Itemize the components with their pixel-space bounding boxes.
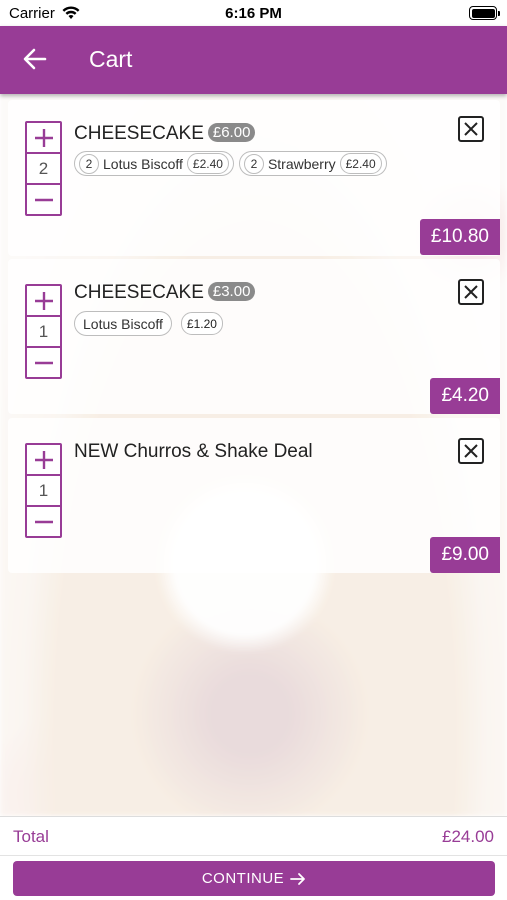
quantity-stepper: 1 xyxy=(25,443,62,538)
option-quantity: 2 xyxy=(243,153,264,174)
option-label: Lotus Biscoff xyxy=(83,315,163,332)
increase-quantity-button[interactable] xyxy=(27,445,60,474)
item-name-row: CHEESECAKE £6.00 xyxy=(74,123,256,145)
option-chip: 2 Strawberry £2.40 xyxy=(238,151,387,176)
item-total: £4.20 xyxy=(430,378,500,414)
decrease-quantity-button[interactable] xyxy=(27,348,60,377)
remove-item-button[interactable] xyxy=(458,279,484,305)
quantity-stepper: 2 xyxy=(25,121,62,216)
quantity-value: 1 xyxy=(27,474,60,507)
minus-icon xyxy=(34,198,53,201)
total-value: £24.00 xyxy=(442,827,494,846)
increase-quantity-button[interactable] xyxy=(27,286,60,315)
item-name: CHEESECAKE xyxy=(74,123,204,144)
arrow-left-icon xyxy=(23,48,47,70)
back-button[interactable] xyxy=(20,44,50,74)
option-price: £1.20 xyxy=(180,312,223,335)
continue-label: CONTINUE xyxy=(201,870,285,887)
app-header: Cart xyxy=(0,26,507,94)
cart-item: 1 NEW Churros & Shake Deal £9.00 xyxy=(8,418,500,573)
item-options: 2 Lotus Biscoff £2.40 2 Strawberry £2.40 xyxy=(74,151,387,176)
arrow-right-icon xyxy=(290,872,306,886)
item-options: Lotus Biscoff £1.20 xyxy=(74,311,223,336)
option-price: £2.40 xyxy=(339,153,382,174)
item-name: CHEESECAKE xyxy=(74,282,204,303)
cart-item: 2 CHEESECAKE £6.00 2 Lotus Biscoff £2.40 … xyxy=(8,100,500,256)
unit-price-badge: £6.00 xyxy=(207,123,256,142)
remove-item-button[interactable] xyxy=(458,116,484,142)
item-name-row: CHEESECAKE £3.00 xyxy=(74,282,256,304)
close-icon xyxy=(464,285,478,299)
option-label: Lotus Biscoff xyxy=(103,155,183,172)
plus-icon xyxy=(34,291,53,310)
cart-item: 1 CHEESECAKE £3.00 Lotus Biscoff £1.20 £4… xyxy=(8,259,500,414)
decrease-quantity-button[interactable] xyxy=(27,507,60,536)
page-title: Cart xyxy=(89,46,133,72)
quantity-value: 1 xyxy=(27,315,60,348)
increase-quantity-button[interactable] xyxy=(27,123,60,152)
plus-icon xyxy=(34,128,53,147)
option-chip: 2 Lotus Biscoff £2.40 xyxy=(74,151,234,176)
divider xyxy=(0,855,507,856)
option-chip: Lotus Biscoff xyxy=(74,311,172,336)
total-label: Total xyxy=(13,827,49,846)
remove-item-button[interactable] xyxy=(458,438,484,464)
decrease-quantity-button[interactable] xyxy=(27,185,60,214)
minus-icon xyxy=(34,361,53,364)
minus-icon xyxy=(34,520,53,523)
close-icon xyxy=(464,122,478,136)
status-time: 6:16 PM xyxy=(225,5,282,22)
item-total: £9.00 xyxy=(430,537,500,573)
plus-icon xyxy=(34,450,53,469)
option-label: Strawberry xyxy=(267,155,336,172)
item-total: £10.80 xyxy=(419,219,500,255)
continue-button[interactable]: CONTINUE xyxy=(13,861,495,896)
item-name: NEW Churros & Shake Deal xyxy=(74,441,313,462)
quantity-value: 2 xyxy=(27,152,60,185)
unit-price-badge: £3.00 xyxy=(207,282,256,301)
cart-footer: Total £24.00 CONTINUE xyxy=(0,816,507,900)
status-bar: Carrier 6:16 PM xyxy=(0,0,507,26)
option-quantity: 2 xyxy=(79,153,99,174)
option-price: £2.40 xyxy=(186,153,229,174)
quantity-stepper: 1 xyxy=(25,284,62,379)
close-icon xyxy=(464,444,478,458)
battery-icon xyxy=(469,6,500,20)
